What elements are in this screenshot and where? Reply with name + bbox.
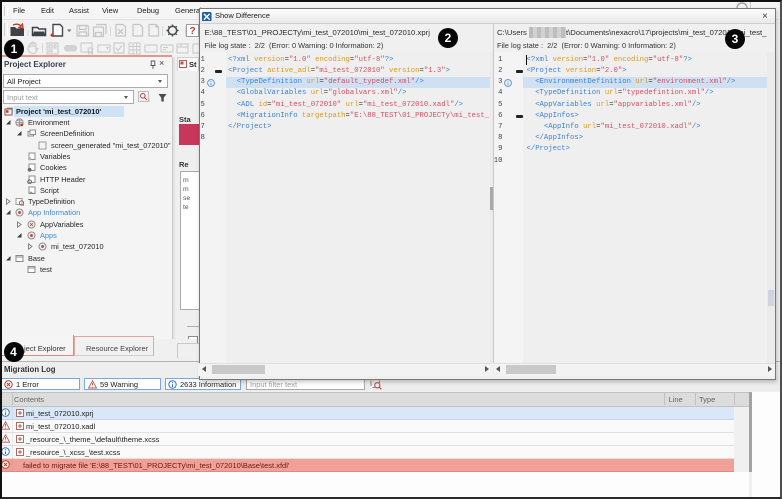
svg-text:?: ? bbox=[189, 26, 195, 37]
